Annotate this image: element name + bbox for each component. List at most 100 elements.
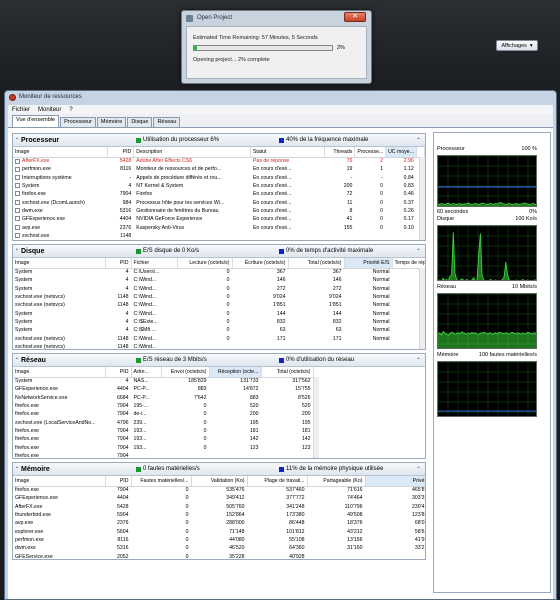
cpu-column-header[interactable]: PID — [107, 147, 135, 158]
disk-table-row[interactable]: System4C:\Wind...0144144Normal1 — [13, 309, 425, 317]
cpu-table-row[interactable]: Interruptions système - Appels de procédur… — [13, 174, 425, 182]
memory-table-row[interactable]: firefox.exe 7904 0 535'476 537'460 71'616 465'… — [13, 486, 425, 494]
expand-arrow-icon[interactable]: ⌃ — [416, 248, 421, 255]
disk-column-header[interactable]: PID — [105, 258, 132, 269]
cpu-column-header[interactable]: Image — [13, 147, 108, 158]
process-checkbox[interactable] — [15, 174, 20, 180]
cpu-column-header[interactable]: UC moye... — [385, 147, 417, 158]
network-table-row[interactable]: svchost.exe (LocalServiceAndNo... 4796 239… — [13, 418, 313, 426]
network-table-row[interactable]: GFExperience.exe 4404 PC-P... 883 14'872 15'7… — [13, 385, 313, 393]
cpu-column-header[interactable]: Statut — [250, 147, 325, 158]
memory-panel-header[interactable]: ⌃ Mémoire 0 fautes matérielles/s 11% de … — [13, 463, 425, 476]
memory-column-header[interactable]: Plage de travail... — [247, 476, 308, 487]
window-titlebar[interactable]: Moniteur de ressources — [5, 91, 556, 103]
memory-table-row[interactable]: avp.exe 2376 0 288'000 86'448 18'376 68'0 — [13, 519, 425, 527]
memory-table-row[interactable]: dwm.exe 5316 0 46'520 64'360 31'160 33'2 — [13, 544, 425, 552]
expand-arrow-icon[interactable]: ⌃ — [416, 357, 421, 364]
tab-network[interactable]: Réseau — [153, 117, 181, 127]
disk-table-row[interactable]: svchost.exe (netsvcs) 1148 C:\Wind... 0 1'85… — [13, 301, 425, 309]
network-column-header[interactable]: Réception (octe... — [209, 367, 262, 378]
collapse-chevron-icon[interactable]: ⌃ — [13, 248, 21, 255]
tab-disk[interactable]: Disque — [127, 117, 153, 127]
process-checkbox[interactable] — [15, 208, 20, 214]
expand-arrow-icon[interactable]: ⌃ — [416, 466, 421, 473]
dialog-titlebar[interactable]: Open Project — [182, 11, 371, 25]
network-table-row[interactable]: NvNetworkService.exe 6684 PC-P... 7'642 883 8… — [13, 394, 313, 402]
disk-table-row[interactable]: svchost.exe (netsvcs) 1148 C:\Wind... — [13, 343, 425, 349]
memory-column-header[interactable]: Privé — [365, 476, 425, 487]
memory-column-header[interactable]: Validation (Ko) — [191, 476, 248, 487]
menu-monitor[interactable]: Moniteur — [38, 107, 61, 113]
cpu-table-row[interactable]: dwm.exe 5316 Gestionnaire de fenêtres du B… — [13, 207, 425, 215]
menu-file[interactable]: Fichier — [12, 107, 30, 113]
memory-table-row[interactable]: explorer.exe 5604 0 71'148 101'812 43'212 58'6 — [13, 527, 425, 535]
disk-table-row[interactable]: svchost.exe (netsvcs) 1148 C:\Wind... 0 171 1… — [13, 334, 425, 342]
expand-arrow-icon[interactable]: ⌃ — [416, 137, 421, 144]
cpu-column-header[interactable]: Threads — [324, 147, 356, 158]
cpu-table-row[interactable]: firefox.exe 7904 Firefox En cours d'exé... 7… — [13, 190, 425, 198]
disk-table-row[interactable]: System4C:\Wind...0146146Normal1 — [13, 276, 425, 284]
network-column-header[interactable]: PID — [105, 367, 132, 378]
memory-table-row[interactable]: thunderbird.exe 5904 0 152'864 173'380 49'508… — [13, 511, 425, 519]
memory-table-row[interactable]: AfterFX.exe 5428 0 505'760 341'248 110'796 230… — [13, 503, 425, 511]
disk-scrollbar[interactable] — [419, 268, 425, 349]
cpu-column-header[interactable]: Description — [133, 147, 251, 158]
network-column-header[interactable]: Envoi (octets/s) — [161, 367, 210, 378]
network-table-row[interactable]: firefox.exe 7904 193... 0 123 123 — [13, 443, 313, 451]
cpu-table-row[interactable]: AfterFX.exe 5428 Adobe After Effects CS6 Pa… — [13, 157, 425, 165]
disk-table-row[interactable]: System4C:\Wind...0272272Normal1 — [13, 285, 425, 293]
memory-column-header[interactable]: PID — [105, 476, 132, 487]
close-button[interactable]: ✕ — [344, 12, 366, 22]
network-table-row[interactable]: firefox.exe 7904 193... 0 181 181 — [13, 427, 313, 435]
network-table-row[interactable]: firefox.exe 7904 de-i... 0 200 200 — [13, 410, 313, 418]
disk-column-header[interactable]: Lecture (octets/s) — [177, 258, 233, 269]
disk-column-header[interactable]: Écriture (octets/s) — [232, 258, 289, 269]
disk-column-header[interactable]: Total (octets/s) — [288, 258, 345, 269]
process-checkbox[interactable] — [15, 166, 20, 172]
disk-column-header[interactable]: Priorité E/S — [344, 258, 393, 269]
cpu-scrollbar[interactable] — [419, 157, 425, 240]
memory-table-row[interactable]: GFEService.exe 2052 0 35'228 40'928 — [13, 552, 425, 559]
process-checkbox[interactable] — [15, 191, 20, 197]
network-column-header[interactable]: Adre... — [131, 367, 162, 378]
process-checkbox[interactable] — [15, 199, 20, 205]
network-table-row[interactable]: firefox.exe 7904 — [13, 452, 313, 458]
cpu-table-row[interactable]: System 4 NT Kernel & System En cours d'exé.… — [13, 182, 425, 190]
disk-table-row[interactable]: System4C:\$Exte...0832832Normal1 — [13, 318, 425, 326]
cpu-table-row[interactable]: perfmon.exe 8116 Moniteur de ressources et… — [13, 165, 425, 173]
collapse-chevron-icon[interactable]: ⌃ — [13, 357, 21, 364]
process-checkbox[interactable] — [15, 224, 20, 230]
cpu-table-row[interactable]: svchost.exe 1148 — [13, 232, 425, 240]
memory-table-row[interactable]: perfmon.exe 8116 0 44'080 55'108 13'156 41'9 — [13, 536, 425, 544]
menu-help[interactable]: ? — [69, 107, 72, 113]
disk-column-header[interactable]: Image — [13, 258, 106, 269]
disk-panel-header[interactable]: ⌃ Disque E/S disque de 0 Ko/s 0% de temp… — [13, 245, 425, 258]
disk-column-header[interactable]: Fichier — [131, 258, 178, 269]
views-button[interactable]: Affichages ▾ — [496, 40, 538, 51]
memory-table-row[interactable]: GFExperience.exe 4404 0 349'412 377'772 74'46… — [13, 494, 425, 502]
tab-cpu[interactable]: Processeur — [60, 117, 96, 127]
cpu-table-row[interactable]: GFExperience.exe 4404 NVIDIA GeForce Exper… — [13, 215, 425, 223]
process-checkbox[interactable] — [15, 158, 20, 164]
cpu-table-row[interactable]: avp.exe 2376 Kaspersky Anti-Virus En cours … — [13, 223, 425, 231]
process-checkbox[interactable] — [15, 232, 20, 238]
disk-table-row[interactable]: svchost.exe (netsvcs) 1148 C:\Wind... 0 9'02… — [13, 293, 425, 301]
process-checkbox[interactable] — [15, 183, 20, 189]
disk-column-header[interactable]: Temps de répo... — [392, 258, 425, 269]
network-column-header[interactable]: Image — [13, 367, 106, 378]
network-table-row[interactable]: System 4 NAS... 185'829 131'733 317'562 — [13, 377, 313, 385]
disk-table-row[interactable]: System4C:\$Mft ...06363Normal1 — [13, 326, 425, 334]
disk-table-row[interactable]: System4C:\Users\...0367367Normal1 — [13, 268, 425, 276]
memory-column-header[interactable]: Fautes matérielles/... — [131, 476, 192, 487]
tab-memory[interactable]: Mémoire — [96, 117, 127, 127]
network-table-row[interactable]: firefox.exe 7904 193... 0 142 142 — [13, 435, 313, 443]
tab-overview[interactable]: Vue d'ensemble — [12, 115, 60, 127]
network-table-row[interactable]: firefox.exe 7904 195-... 0 520 520 — [13, 402, 313, 410]
collapse-chevron-icon[interactable]: ⌃ — [13, 466, 21, 473]
collapse-chevron-icon[interactable]: ⌃ — [13, 137, 21, 144]
cpu-column-header[interactable]: Processe... — [354, 147, 387, 158]
process-checkbox[interactable] — [15, 216, 20, 222]
cpu-panel-header[interactable]: ⌃ Processeur Utilisation du processeur 6… — [13, 134, 425, 147]
memory-column-header[interactable]: Image — [13, 476, 106, 487]
memory-column-header[interactable]: Partageable (Ko) — [307, 476, 366, 487]
